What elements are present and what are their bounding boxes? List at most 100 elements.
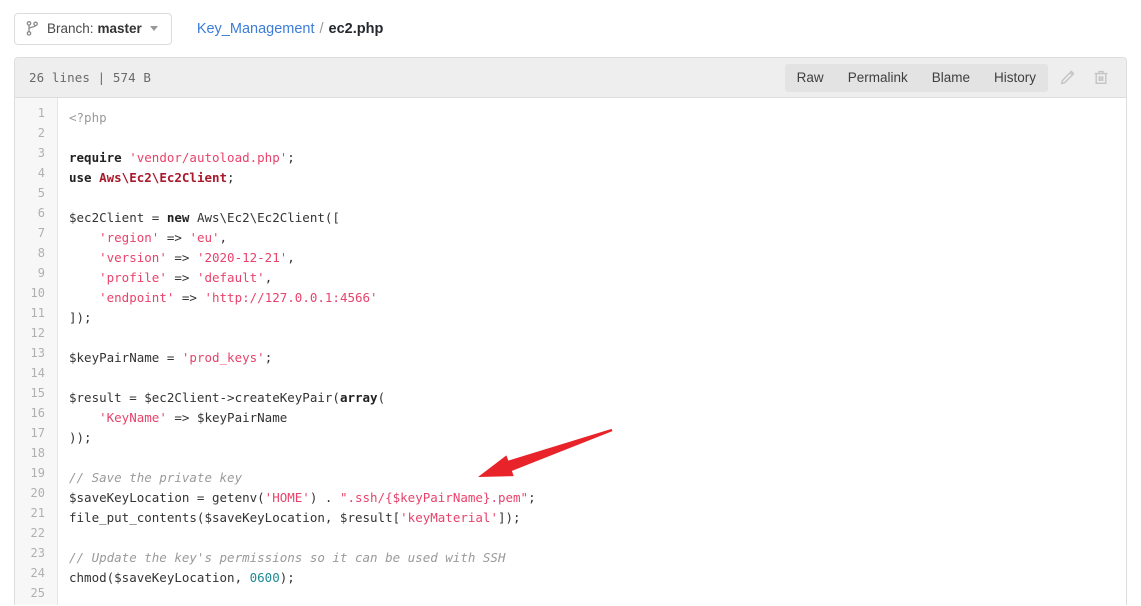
code-token: Aws\Ec2\Ec2Client	[99, 170, 228, 185]
line-number: 11	[30, 306, 45, 320]
line-number: 8	[37, 246, 45, 260]
code-token: 'eu'	[189, 230, 220, 245]
code-line: <?php	[69, 108, 1126, 128]
code-token: 'region'	[99, 230, 160, 245]
line-number: 16	[30, 406, 45, 420]
line-number: 17	[30, 426, 45, 440]
line-number: 7	[37, 226, 45, 240]
code-token: 'default'	[196, 270, 265, 285]
code-token: ".ssh/{$keyPairName}.pem"	[339, 490, 529, 505]
code-token: require	[69, 150, 122, 165]
code-line: chmod($saveKeyLocation, 0600);	[69, 568, 1126, 588]
line-number: 9	[37, 266, 45, 280]
history-button[interactable]: History	[982, 64, 1048, 92]
line-number-gutter: 1 2 3 4 5 6 7 8 9 10 11 12 13 14 15 16 17 18 19 20 21 22 23 24 2…	[15, 98, 58, 605]
code-line: use Aws\Ec2\Ec2Client;	[69, 168, 1126, 188]
code-token: ;	[287, 150, 295, 165]
line-number: 19	[30, 466, 45, 480]
pencil-icon[interactable]	[1052, 64, 1082, 92]
code-token: chmod($saveKeyLocation,	[69, 570, 250, 585]
line-number: 12	[30, 326, 45, 340]
code-line: 'version' => '2020-12-21',	[69, 248, 1126, 268]
line-number: 22	[30, 526, 45, 540]
code-token: Aws\Ec2\Ec2Client([	[189, 210, 340, 225]
permalink-button[interactable]: Permalink	[836, 64, 920, 92]
code-token: 'keyMaterial'	[400, 510, 498, 525]
line-number: 4	[37, 166, 45, 180]
code-token: // Save the private key	[69, 470, 243, 485]
line-number: 24	[30, 566, 45, 580]
code-token: ));	[69, 430, 92, 445]
code-token: 'endpoint'	[99, 290, 175, 305]
code-token: array	[339, 390, 378, 405]
line-number: 21	[30, 506, 45, 520]
code-token: ;	[264, 350, 273, 365]
code-token: ,	[264, 270, 273, 285]
line-number: 25	[30, 586, 45, 600]
trash-icon[interactable]	[1086, 64, 1116, 92]
code-token: ;	[528, 490, 536, 505]
branch-current-value: master	[97, 21, 142, 36]
code-token: ]);	[69, 310, 92, 325]
code-token: $ec2Client =	[69, 210, 167, 225]
code-token: ]);	[497, 510, 521, 525]
code-token: =>	[159, 230, 190, 245]
line-number: 13	[30, 346, 45, 360]
line-number: 20	[30, 486, 45, 500]
code-line: $saveKeyLocation = getenv('HOME') . ".ss…	[69, 488, 1126, 508]
code-content[interactable]: <?php require 'vendor/autoload.php'; use …	[58, 98, 1126, 605]
chevron-down-icon	[149, 26, 158, 31]
line-number: 6	[37, 206, 45, 220]
code-line: $result = $ec2Client->createKeyPair(arra…	[69, 388, 1126, 408]
line-number: 3	[37, 146, 45, 160]
line-number: 10	[30, 286, 45, 300]
code-token: $result = $ec2Client->createKeyPair(	[69, 390, 340, 405]
breadcrumb: Key_Management / ec2.php	[197, 21, 384, 37]
breadcrumb-repo-link[interactable]: Key_Management	[197, 21, 315, 37]
code-line: 'region' => 'eu',	[69, 228, 1126, 248]
code-viewer: 1 2 3 4 5 6 7 8 9 10 11 12 13 14 15 16 17 18 19 20 21 22 23 24 2…	[15, 98, 1126, 605]
code-line: 'endpoint' => 'http://127.0.0.1:4566'	[69, 288, 1126, 308]
code-token: $keyPairName =	[69, 350, 182, 365]
line-number: 1	[37, 106, 45, 120]
code-token: file_put_contents($saveKeyLocation, $res…	[69, 510, 401, 525]
code-token: '2020-12-21'	[196, 250, 288, 265]
code-token: (	[377, 390, 386, 405]
raw-button[interactable]: Raw	[785, 64, 836, 92]
file-stats: 26 lines | 574 B	[29, 70, 152, 85]
code-line: 'profile' => 'default',	[69, 268, 1126, 288]
blame-button[interactable]: Blame	[920, 64, 982, 92]
line-number: 18	[30, 446, 45, 460]
line-number: 23	[30, 546, 45, 560]
code-token: new	[166, 210, 190, 225]
code-token: =>	[174, 290, 205, 305]
branch-selector-button[interactable]: Branch: master	[14, 12, 172, 45]
code-line: ]);	[69, 308, 1126, 328]
code-line: file_put_contents($saveKeyLocation, $res…	[69, 508, 1126, 528]
code-token: ) .	[309, 490, 340, 505]
git-branch-icon	[26, 21, 39, 36]
code-token: 'prod_keys'	[181, 350, 265, 365]
file-actions: Raw Permalink Blame History	[784, 63, 1116, 92]
line-number: 5	[37, 186, 45, 200]
line-number: 15	[30, 386, 45, 400]
code-line: 'KeyName' => $keyPairName	[69, 408, 1126, 428]
breadcrumb-current-file: ec2.php	[328, 20, 384, 37]
code-token: use	[69, 170, 92, 185]
code-token: 0600	[249, 570, 280, 585]
code-token: 'http://127.0.0.1:4566'	[204, 290, 378, 305]
code-token: 'profile'	[99, 270, 167, 285]
branch-label: Branch:	[47, 21, 94, 36]
code-token: ,	[287, 250, 295, 265]
top-bar: Branch: master Key_Management / ec2.php	[0, 0, 1141, 57]
breadcrumb-separator: /	[319, 20, 324, 37]
